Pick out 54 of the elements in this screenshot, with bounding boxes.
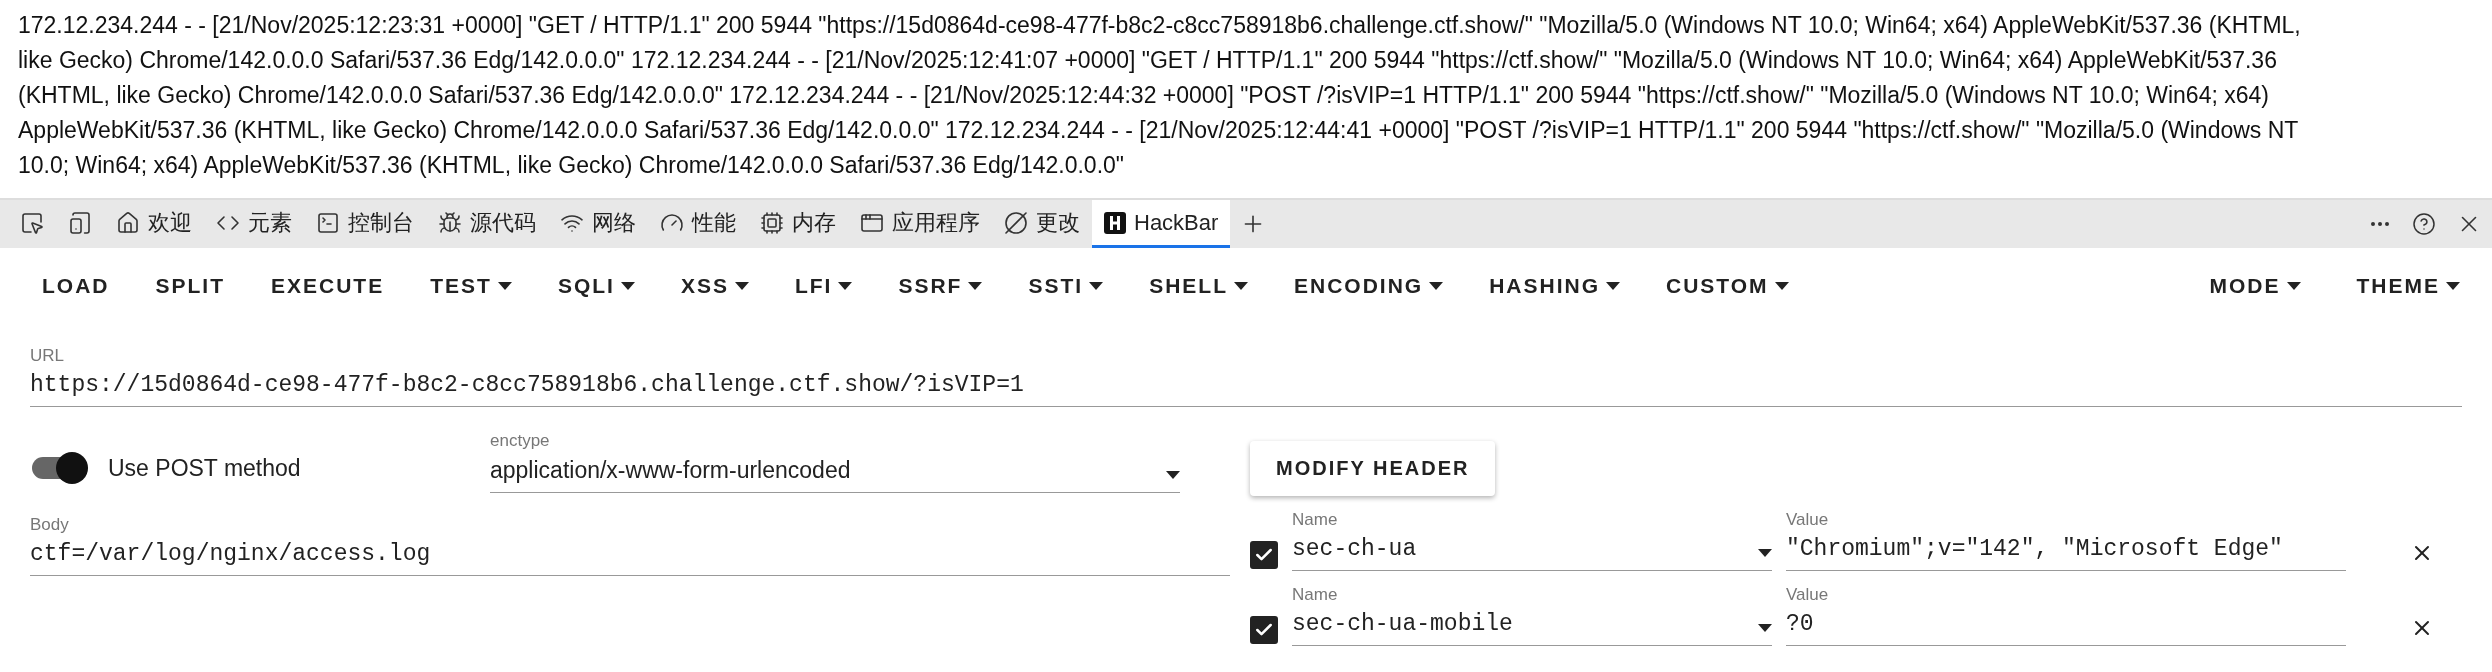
toolbar-button[interactable]: CUSTOM — [1648, 266, 1807, 306]
devtools-tab[interactable]: 欢迎 — [104, 200, 204, 248]
slashed-circle-icon — [1004, 210, 1028, 235]
header-name-select[interactable]: Name sec-ch-ua — [1292, 510, 1772, 571]
toolbar-button[interactable]: HASHING — [1471, 266, 1638, 306]
devtools-tab[interactable]: 内存 — [748, 200, 848, 248]
modify-header-button[interactable]: MODIFY HEADER — [1250, 441, 1496, 496]
header-value-field[interactable]: Value "Chromium";v="142", "Microsoft Edge" — [1786, 510, 2346, 571]
toolbar-button[interactable]: EXECUTE — [253, 266, 403, 306]
devtools-tab[interactable]: 性能 — [648, 200, 748, 248]
toolbar-button[interactable]: TEST — [412, 266, 530, 306]
header-value-field[interactable]: Value ?0 — [1786, 585, 2346, 646]
toolbar-button[interactable]: SPLIT — [137, 266, 243, 306]
devtools-tab[interactable]: 应用程序 — [848, 200, 992, 248]
devtools-tab[interactable]: 元素 — [204, 200, 304, 248]
device-icon — [68, 210, 92, 235]
log-line: 10.0; Win64; x64) AppleWebKit/537.36 (KHTML, like Gecko) Chrome/142.0.0.0 Safari/537.36 Edg/142.0.0.0" — [18, 151, 1124, 180]
header-name-select[interactable]: Name sec-ch-ua-mobile — [1292, 585, 1772, 646]
help-icon[interactable] — [2412, 212, 2436, 236]
chip-icon — [760, 210, 784, 235]
header-checkbox[interactable] — [1250, 615, 1278, 644]
toolbar-button[interactable]: SHELL — [1131, 266, 1266, 306]
devtools-tab[interactable]: 更改 — [992, 200, 1092, 248]
devtools-tab[interactable]: 控制台 — [304, 200, 426, 248]
terminal-icon — [316, 210, 340, 235]
devtools-tab[interactable]: HackBar — [1092, 200, 1231, 248]
post-toggle[interactable] — [30, 451, 88, 485]
toolbar-button[interactable]: MODE — [2191, 266, 2319, 306]
toolbar-button[interactable]: ENCODING — [1275, 266, 1462, 306]
toolbar-button[interactable]: SSRF — [880, 266, 1001, 306]
caret-icon — [1758, 549, 1772, 557]
log-line: like Gecko) Chrome/142.0.0.0 Safari/537.36 Edg/142.0.0.0" 172.12.234.244 - - [21/Nov/2025:12:41:07 +0000] "GET / HTTP/1.1" 200 5944 "https://ctf.show/" "Mozilla/5.0 (Windows NT 10.0; Win64; x64) AppleWebKit/537.36 — [18, 46, 2277, 75]
bug-icon — [438, 210, 462, 235]
log-line: AppleWebKit/537.36 (KHTML, like Gecko) Chrome/142.0.0.0 Safari/537.36 Edg/142.0.0.0" 172.12.234.244 - - [21/Nov/2025:12:44:41 +0000] "POST /?isVIP=1 HTTP/1.1" 200 5944 "https://ctf.show/" "Mozilla/5.0 (Windows NT — [18, 116, 2299, 145]
devtools-tab[interactable]: 源代码 — [426, 200, 548, 248]
header-checkbox[interactable] — [1250, 540, 1278, 569]
toolbar-button[interactable]: SSTI — [1010, 266, 1122, 306]
enctype-select[interactable]: enctype application/x-www-form-urlencoded — [490, 431, 1180, 493]
log-line: 172.12.234.244 - - [21/Nov/2025:12:23:31 +0000] "GET / HTTP/1.1" 200 5944 "https://15d0864d-ce98-477f-b8c2-c8cc758918b6.challenge.ctf.show/" "Mozilla/5.0 (Windows NT 10.0; Win64; x64) AppleWebKit/537.36 (KHTML, — [18, 11, 2301, 40]
hackbar-logo-icon — [1104, 211, 1126, 234]
home-icon — [116, 210, 140, 235]
post-label: Use POST method — [108, 454, 301, 482]
log-line: (KHTML, like Gecko) Chrome/142.0.0.0 Safari/537.36 Edg/142.0.0.0" 172.12.234.244 - - [21/Nov/2025:12:44:32 +0000] "POST /?isVIP=1 HTTP/1.1" 200 5944 "https://ctf.show/" "Mozilla/5.0 (Windows NT 10.0; Win64; x64) — [18, 81, 2269, 110]
toolbar-button[interactable]: LFI — [776, 266, 871, 306]
url-field[interactable]: URL https://15d0864d-ce98-477f-b8c2-c8cc758918b6.challenge.ctf.show/?isVIP=1 — [30, 346, 2462, 407]
toolbar-button[interactable]: THEME — [2338, 266, 2478, 306]
inspect-icon — [20, 210, 44, 235]
body-field[interactable]: Body ctf=/var/log/nginx/access.log — [30, 515, 1230, 576]
toolbar-button[interactable]: LOAD — [24, 266, 128, 306]
toolbar-button[interactable]: SQLI — [539, 266, 653, 306]
toolbar-button[interactable]: XSS — [662, 266, 767, 306]
devtools-tab[interactable]: 网络 — [548, 200, 648, 248]
caret-icon — [1758, 624, 1772, 632]
caret-icon — [1166, 470, 1180, 479]
